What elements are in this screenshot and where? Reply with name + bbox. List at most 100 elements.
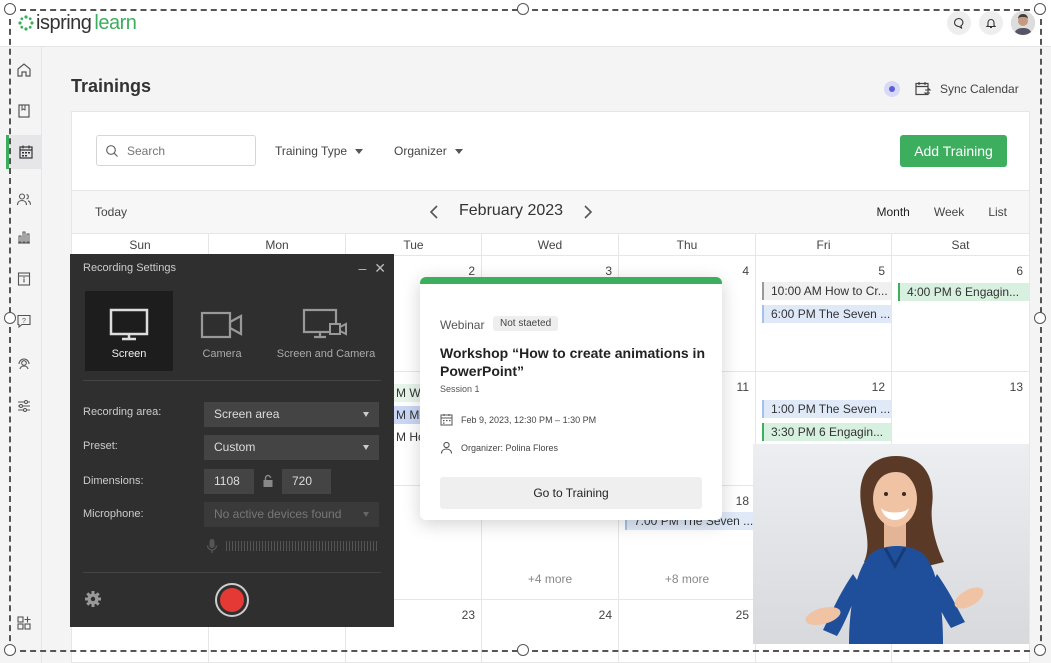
preset-select[interactable]: Custom bbox=[204, 435, 379, 460]
sidebar-settings[interactable] bbox=[6, 389, 42, 423]
resize-handle[interactable] bbox=[1034, 644, 1046, 656]
weekday-header: Thu bbox=[619, 234, 756, 256]
sidebar: ? bbox=[0, 47, 42, 663]
view-switcher: Month Week List bbox=[876, 205, 1007, 219]
ispring-logo[interactable]: ispring learn bbox=[18, 10, 137, 36]
svg-text:?: ? bbox=[22, 318, 26, 325]
gear-icon[interactable] bbox=[84, 590, 102, 608]
book-icon bbox=[18, 104, 30, 118]
resize-handle[interactable] bbox=[4, 3, 16, 15]
chevron-left-icon[interactable] bbox=[428, 204, 442, 220]
day-number: 13 bbox=[1009, 380, 1023, 394]
day-cell[interactable]: 6 4:00 PM 6 Engagin... bbox=[892, 256, 1029, 372]
view-list[interactable]: List bbox=[988, 205, 1007, 219]
question-chat-icon: ? bbox=[17, 314, 31, 329]
sync-calendar-icon bbox=[915, 82, 932, 96]
chevron-right-icon[interactable] bbox=[580, 204, 594, 220]
day-cell[interactable]: 5 10:00 AM How to Cr... 6:00 PM The Seve… bbox=[756, 256, 892, 372]
day-number: 5 bbox=[878, 264, 885, 278]
resize-handle[interactable] bbox=[517, 3, 529, 15]
calendar-event[interactable]: 10:00 AM How to Cr... bbox=[762, 282, 891, 300]
capture-frame-right bbox=[1040, 9, 1042, 651]
view-month[interactable]: Month bbox=[876, 205, 909, 219]
more-events-link[interactable]: +4 more bbox=[482, 572, 618, 586]
recording-area-select[interactable]: Screen area bbox=[204, 402, 379, 427]
day-number: 24 bbox=[598, 608, 612, 622]
unlock-icon[interactable] bbox=[262, 474, 274, 488]
sliders-icon bbox=[18, 400, 30, 412]
user-avatar[interactable] bbox=[1011, 11, 1035, 35]
view-week[interactable]: Week bbox=[934, 205, 964, 219]
calendar-event[interactable]: 3:30 PM 6 Engagin... bbox=[762, 423, 891, 441]
organizer-dropdown[interactable]: Organizer bbox=[394, 144, 463, 158]
status-badge: Not staeted bbox=[493, 316, 559, 331]
microphone-icon bbox=[206, 539, 218, 553]
search-input[interactable] bbox=[127, 143, 247, 158]
calendar-event[interactable]: 6:00 PM The Seven ... bbox=[762, 305, 891, 323]
height-input[interactable]: 720 bbox=[282, 469, 331, 494]
organizer-row: Organizer: Polina Flores bbox=[440, 441, 558, 454]
today-button[interactable]: Today bbox=[95, 205, 127, 219]
mode-screen-and-camera[interactable]: Screen and Camera bbox=[270, 291, 382, 371]
more-events-link[interactable]: +8 more bbox=[619, 572, 755, 586]
calendar-event[interactable]: 4:00 PM 6 Engagin... bbox=[898, 283, 1029, 301]
day-number: 18 bbox=[735, 494, 749, 508]
month-label: February 2023 bbox=[459, 202, 564, 219]
users-icon bbox=[16, 193, 32, 206]
resize-handle[interactable] bbox=[517, 644, 529, 656]
width-input[interactable]: 1108 bbox=[204, 469, 254, 494]
day-number: 11 bbox=[736, 380, 749, 394]
status-dot bbox=[884, 81, 900, 97]
sidebar-info[interactable] bbox=[6, 262, 42, 296]
sync-calendar[interactable]: Sync Calendar bbox=[884, 80, 1019, 98]
calendar-toolbar: Today February 2023 Month Week List bbox=[72, 191, 1029, 234]
search-icon bbox=[106, 144, 118, 157]
recording-settings-panel: Recording Settings – ✕ Screen Camera Scr… bbox=[70, 254, 394, 627]
logo-text: ispring bbox=[36, 11, 92, 34]
day-cell[interactable]: 25 bbox=[619, 600, 756, 663]
record-button[interactable] bbox=[215, 583, 249, 617]
session-label: Session 1 bbox=[440, 384, 480, 394]
microphone-select[interactable]: No active devices found bbox=[204, 502, 379, 527]
training-type-dropdown[interactable]: Training Type bbox=[275, 144, 364, 158]
training-organizer: Organizer: Polina Flores bbox=[461, 442, 559, 453]
sidebar-calendar[interactable] bbox=[6, 135, 42, 169]
add-training-button[interactable]: Add Training bbox=[900, 135, 1007, 167]
search-box[interactable] bbox=[96, 135, 256, 166]
weekday-header: Fri bbox=[756, 234, 892, 256]
app-window: ispring learn ? Trainings Sync Calendar … bbox=[0, 0, 1051, 663]
sidebar-home[interactable] bbox=[6, 53, 42, 87]
recording-settings-title: Recording Settings bbox=[83, 262, 176, 274]
microphone-label: Microphone: bbox=[83, 508, 144, 520]
day-number: 4 bbox=[742, 264, 749, 278]
sidebar-support[interactable] bbox=[6, 347, 42, 381]
day-number: 2 bbox=[468, 264, 475, 278]
resize-handle[interactable] bbox=[4, 312, 16, 324]
resize-handle[interactable] bbox=[1034, 3, 1046, 15]
go-to-training-button[interactable]: Go to Training bbox=[440, 477, 702, 509]
datetime-row: Feb 9, 2023, 12:30 PM – 1:30 PM bbox=[440, 413, 596, 426]
sidebar-add-apps[interactable] bbox=[6, 606, 42, 640]
bell-icon[interactable] bbox=[979, 11, 1003, 35]
mode-camera[interactable]: Camera bbox=[181, 291, 263, 371]
sidebar-reports[interactable] bbox=[6, 220, 42, 254]
sidebar-library[interactable] bbox=[6, 94, 42, 128]
calendar-event[interactable]: 1:00 PM The Seven ... bbox=[762, 400, 891, 418]
chat-icon[interactable] bbox=[947, 11, 971, 35]
mode-screen[interactable]: Screen bbox=[85, 291, 173, 371]
capture-frame-left bbox=[9, 9, 11, 651]
resize-handle[interactable] bbox=[1034, 312, 1046, 324]
weekday-header: Wed bbox=[482, 234, 619, 256]
training-popup: Webinar Not staeted Workshop “How to cre… bbox=[420, 277, 722, 520]
camera-icon bbox=[200, 311, 243, 339]
training-datetime: Feb 9, 2023, 12:30 PM – 1:30 PM bbox=[461, 414, 597, 425]
resize-handle[interactable] bbox=[4, 644, 16, 656]
monitor-icon bbox=[109, 308, 149, 341]
sidebar-users[interactable] bbox=[6, 182, 42, 216]
info-page-icon bbox=[17, 272, 31, 286]
day-cell[interactable]: 24 bbox=[482, 600, 619, 663]
close-icon[interactable]: ✕ bbox=[374, 260, 386, 277]
minimize-icon[interactable]: – bbox=[358, 260, 366, 277]
mode-label: Screen bbox=[111, 348, 147, 360]
day-number: 6 bbox=[1016, 264, 1023, 278]
